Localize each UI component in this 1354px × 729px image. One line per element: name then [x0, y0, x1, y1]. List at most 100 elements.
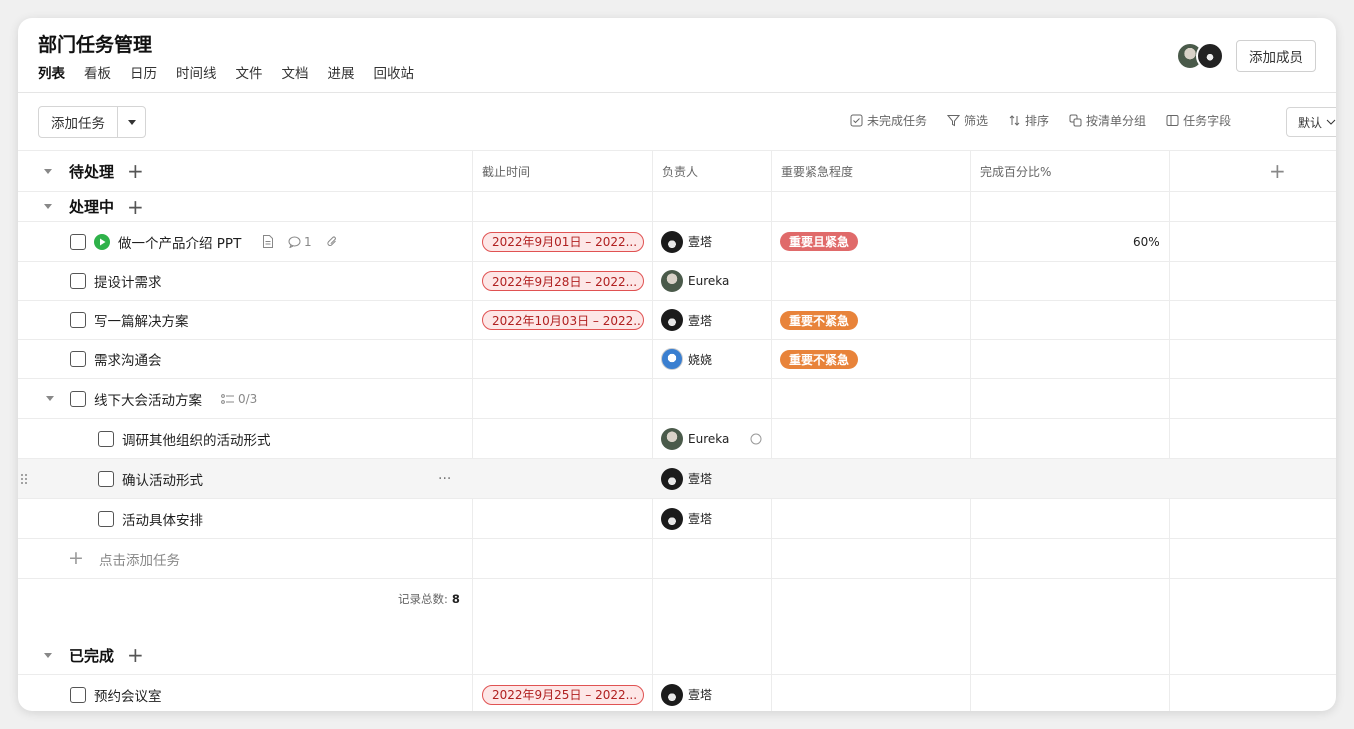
task-name[interactable]: 提设计需求	[94, 262, 162, 300]
table-row[interactable]: 调研其他组织的活动形式 Eureka	[18, 418, 1336, 458]
add-icon[interactable]: +	[127, 636, 144, 674]
assignee[interactable]: 壹塔	[661, 683, 713, 706]
table-row[interactable]: 活动具体安排 壹塔	[18, 498, 1336, 538]
assignee-name: 壹塔	[688, 472, 713, 486]
table-row[interactable]: 确认活动形式 ··· 壹塔	[18, 458, 1336, 498]
assignee[interactable]: 壹塔	[661, 309, 712, 331]
assignee-name: Eureka	[688, 431, 730, 446]
drag-handle-icon[interactable]	[20, 473, 28, 485]
collapse-toggle[interactable]	[44, 636, 52, 674]
deadline-tag[interactable]: 2022年10月03日 – 2022...	[482, 310, 644, 330]
assignee-name: 壹塔	[688, 235, 713, 249]
priority-badge[interactable]: 重要不紧急	[780, 349, 859, 369]
subtask-count: 0/3	[238, 391, 258, 406]
group-icon	[1069, 114, 1082, 127]
tab-recycle-bin[interactable]: 回收站	[374, 62, 415, 82]
view-select[interactable]: 默认	[1286, 107, 1336, 137]
task-checkbox[interactable]	[98, 430, 114, 447]
table-row[interactable]: 做一个产品介绍 PPT 1 2022年9月01日 – 2022... 壹塔 重要…	[18, 221, 1336, 261]
deadline-tag[interactable]: 2022年9月01日 – 2022...	[482, 231, 644, 252]
member-avatars[interactable]	[1176, 42, 1226, 70]
checkbox-icon	[850, 114, 863, 127]
play-status-icon[interactable]	[94, 233, 110, 250]
task-name[interactable]: 做一个产品介绍 PPT	[118, 222, 241, 261]
tab-progress[interactable]: 进展	[328, 62, 355, 82]
add-member-button[interactable]: 添加成员	[1236, 40, 1316, 72]
assignee[interactable]: 壹塔	[661, 467, 713, 490]
filter-button[interactable]: 筛选	[947, 112, 988, 129]
task-name[interactable]: 活动具体安排	[122, 499, 203, 538]
task-fields-button[interactable]: 任务字段	[1166, 112, 1231, 129]
table-row[interactable]: 需求沟通会 娆娆 重要不紧急	[18, 339, 1336, 378]
table-row[interactable]: 预约会议室 2022年9月25日 – 2022... 壹塔	[18, 674, 1336, 711]
view-select-value: 默认	[1298, 115, 1323, 130]
sort-label: 排序	[1025, 114, 1050, 128]
deadline-tag[interactable]: 2022年9月28日 – 2022...	[482, 271, 644, 291]
comment-icon	[288, 236, 301, 248]
incomplete-tasks-toggle[interactable]: 未完成任务	[850, 112, 927, 129]
task-checkbox[interactable]	[70, 390, 86, 407]
task-name[interactable]: 需求沟通会	[94, 340, 162, 378]
incomplete-tasks-label: 未完成任务	[867, 114, 928, 128]
add-task-split-button: 添加任务	[38, 106, 146, 138]
column-header-assignee[interactable]: 负责人	[653, 151, 698, 191]
task-name[interactable]: 确认活动形式	[122, 459, 203, 498]
attachment-icon	[327, 236, 336, 246]
add-icon[interactable]: +	[127, 151, 144, 191]
tab-list[interactable]: 列表	[38, 62, 65, 82]
priority-badge[interactable]: 重要不紧急	[780, 310, 859, 330]
add-column-button[interactable]: +	[1269, 151, 1286, 191]
record-count-value: 8	[451, 592, 460, 606]
assignee[interactable]: Eureka	[661, 270, 729, 292]
chevron-down-icon	[1326, 119, 1336, 125]
task-checkbox[interactable]	[70, 351, 86, 367]
add-task-inline[interactable]: 点击添加任务	[99, 539, 180, 578]
table-row[interactable]: 线下大会活动方案 0/3	[18, 378, 1336, 418]
tab-board[interactable]: 看板	[84, 62, 111, 82]
assignee[interactable]: Eureka	[661, 427, 730, 450]
task-checkbox[interactable]	[70, 312, 86, 328]
add-task-row[interactable]: + 点击添加任务	[18, 538, 1336, 578]
task-checkbox[interactable]	[70, 686, 86, 703]
task-name[interactable]: 调研其他组织的活动形式	[122, 419, 271, 458]
task-checkbox[interactable]	[70, 273, 86, 289]
deadline-tag[interactable]: 2022年9月25日 – 2022...	[482, 684, 644, 705]
add-task-button[interactable]: 添加任务	[39, 107, 118, 137]
columns-icon	[1166, 115, 1179, 126]
app-window: 部门任务管理 列表 看板 日历 时间线 文件 文档 进展 回收站 添加成员 添加…	[18, 18, 1336, 711]
priority-badge[interactable]: 重要且紧急	[780, 232, 859, 251]
column-header-progress[interactable]: 完成百分比%	[971, 151, 1051, 191]
task-name[interactable]: 预约会议室	[94, 675, 162, 711]
assignee-name: 壹塔	[688, 688, 713, 702]
caret-down-icon	[44, 204, 52, 209]
caret-down-icon	[127, 119, 136, 125]
collapse-toggle[interactable]	[46, 379, 54, 418]
circle-icon[interactable]	[750, 433, 762, 445]
column-header-deadline[interactable]: 截止时间	[473, 151, 530, 191]
table-row[interactable]: 写一篇解决方案 2022年10月03日 – 2022... 壹塔 重要不紧急	[18, 300, 1336, 339]
task-checkbox[interactable]	[70, 233, 86, 250]
collapse-toggle[interactable]	[44, 192, 52, 221]
document-icon	[263, 235, 273, 248]
group-by-list-button[interactable]: 按清单分组	[1069, 112, 1146, 129]
add-icon[interactable]: +	[127, 192, 144, 221]
avatar	[661, 270, 683, 292]
tab-docs[interactable]: 文档	[282, 62, 309, 82]
tab-timeline[interactable]: 时间线	[176, 62, 217, 82]
tab-calendar[interactable]: 日历	[130, 62, 157, 82]
progress-value[interactable]: 60%	[1133, 222, 1160, 261]
task-checkbox[interactable]	[98, 470, 114, 487]
more-icon[interactable]: ···	[438, 459, 451, 498]
task-checkbox[interactable]	[98, 510, 114, 527]
assignee[interactable]: 壹塔	[661, 507, 712, 530]
task-name[interactable]: 线下大会活动方案	[94, 379, 202, 418]
assignee[interactable]: 娆娆	[661, 348, 712, 370]
table-row[interactable]: 提设计需求 2022年9月28日 – 2022... Eureka	[18, 261, 1336, 300]
column-header-priority[interactable]: 重要紧急程度	[772, 151, 853, 191]
tab-files[interactable]: 文件	[236, 62, 263, 82]
collapse-toggle[interactable]	[44, 151, 52, 191]
sort-button[interactable]: 排序	[1008, 112, 1049, 129]
assignee[interactable]: 壹塔	[661, 230, 713, 253]
add-task-dropdown[interactable]	[118, 107, 145, 137]
task-name[interactable]: 写一篇解决方案	[94, 301, 189, 339]
